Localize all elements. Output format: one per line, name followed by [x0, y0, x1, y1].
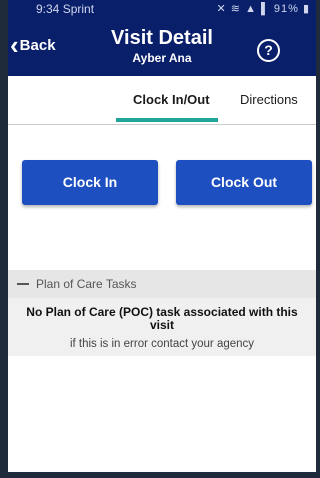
clock-out-button[interactable]: Clock Out	[176, 160, 312, 205]
plan-of-care-header[interactable]: Plan of Care Tasks	[8, 270, 316, 298]
tab-clock-in-out[interactable]: Clock In/Out	[133, 92, 210, 107]
status-bar: 9:34 Sprint ✕ ≋ ▲ ▌ 91% ▮	[8, 0, 316, 19]
plan-of-care-label: Plan of Care Tasks	[36, 277, 137, 291]
app-screen: 9:34 Sprint ✕ ≋ ▲ ▌ 91% ▮ ‹ Back Visit D…	[8, 0, 316, 472]
tab-bar: Clock In/Out Directions	[8, 76, 316, 125]
status-icons: ✕ ≋ ▲ ▌ 91% ▮	[216, 3, 310, 15]
help-icon[interactable]: ?	[257, 39, 280, 62]
tab-directions[interactable]: Directions	[240, 92, 298, 107]
poc-empty-state: No Plan of Care (POC) task associated wi…	[8, 298, 316, 356]
poc-empty-title: No Plan of Care (POC) task associated wi…	[26, 305, 298, 332]
active-tab-indicator	[116, 118, 218, 122]
clock-in-button[interactable]: Clock In	[22, 160, 158, 205]
poc-empty-note: if this is in error contact your agency	[69, 338, 255, 350]
app-header: ‹ Back Visit Detail Ayber Ana ?	[8, 19, 316, 76]
status-time: 9:34 Sprint	[36, 2, 95, 16]
collapse-icon	[17, 283, 29, 285]
tab-divider	[8, 124, 316, 125]
